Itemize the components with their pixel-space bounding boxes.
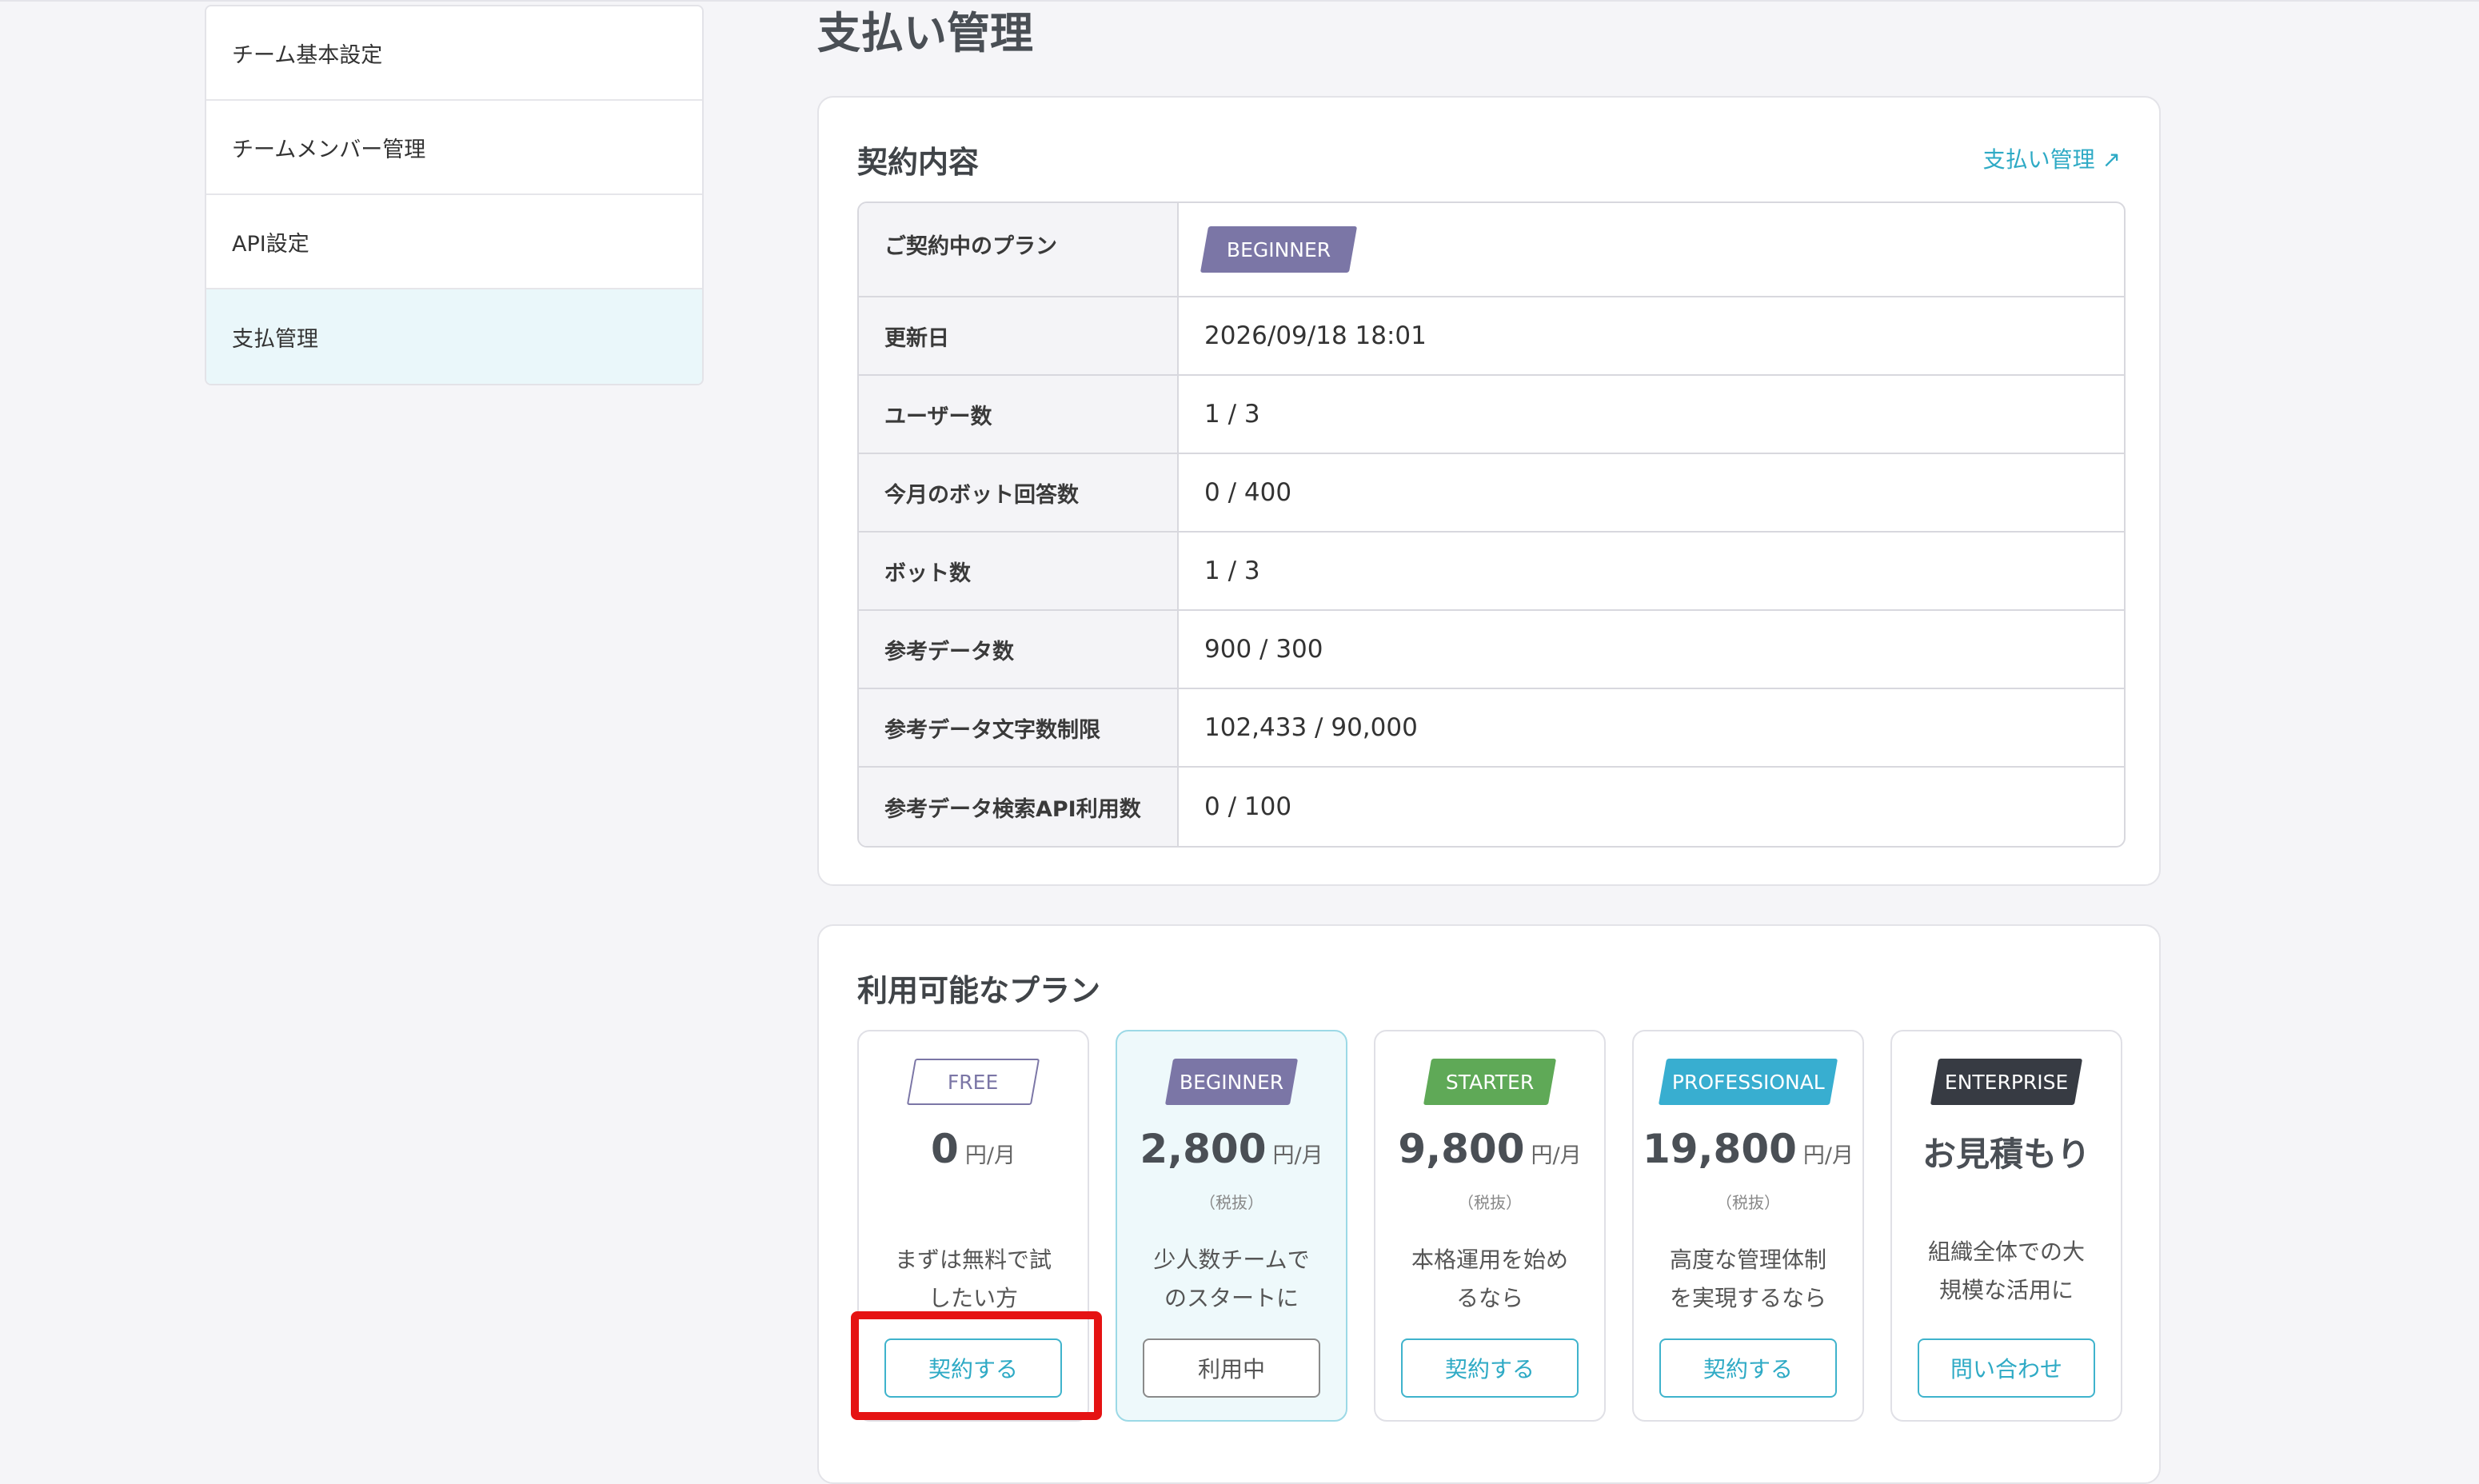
top-divider xyxy=(0,0,2479,2)
plan-quote: お見積もり xyxy=(1922,1135,2090,1174)
plan-price: 19,800 円/月 xyxy=(1634,1126,1862,1172)
contract-table: ご契約中のプラン BEGINNER 更新日 2026/09/18 18:01 ユ… xyxy=(857,201,2126,848)
tax-note: （税抜） xyxy=(1458,1193,1522,1212)
price-amount: 0 xyxy=(931,1126,959,1172)
plan-description: 高度な管理体制を実現するなら xyxy=(1669,1247,1826,1311)
row-value: 1 / 3 xyxy=(1204,400,1260,429)
tax-note: （税抜） xyxy=(1200,1193,1263,1212)
table-row: ユーザー数 1 / 3 xyxy=(859,376,2124,454)
table-row: 参考データ数 900 / 300 xyxy=(859,611,2124,689)
price-unit: 円/月 xyxy=(964,1143,1016,1168)
row-label: 今月のボット回答数 xyxy=(859,454,1179,531)
table-row: ボット数 1 / 3 xyxy=(859,533,2124,611)
price-unit: 円/月 xyxy=(1802,1143,1854,1168)
row-value: 1 / 3 xyxy=(1204,556,1260,585)
sidebar-item-label: 支払管理 xyxy=(232,326,318,352)
page-title: 支払い管理 xyxy=(817,8,1033,58)
in-use-button[interactable]: 利用中 xyxy=(1143,1338,1320,1398)
plan-description: 本格運用を始めるなら xyxy=(1411,1247,1568,1311)
highlight-annotation xyxy=(851,1311,1102,1420)
contact-button[interactable]: 問い合わせ xyxy=(1918,1338,2095,1398)
row-label: 更新日 xyxy=(859,297,1179,374)
plan-card-professional: PROFESSIONAL 19,800 円/月 （税抜） 高度な管理体制を実現す… xyxy=(1632,1030,1864,1422)
table-row: ご契約中のプラン BEGINNER xyxy=(859,203,2124,297)
price-unit: 円/月 xyxy=(1531,1143,1582,1168)
row-label: ご契約中のプラン xyxy=(859,203,1179,296)
plan-card-enterprise: ENTERPRISE お見積もり 組織全体での大規模な活用に 問い合わせ xyxy=(1890,1030,2122,1422)
settings-sidebar: チーム基本設定 チームメンバー管理 API設定 支払管理 xyxy=(205,5,704,385)
plan-card-starter: STARTER 9,800 円/月 （税抜） 本格運用を始めるなら 契約する xyxy=(1374,1030,1606,1422)
plan-description: まずは無料で試したい方 xyxy=(894,1247,1052,1311)
plan-card-beginner: BEGINNER 2,800 円/月 （税抜） 少人数チームでのスタートに 利用… xyxy=(1116,1030,1347,1422)
row-value: 0 / 100 xyxy=(1204,792,1292,821)
row-label: ボット数 xyxy=(859,533,1179,609)
table-row: 今月のボット回答数 0 / 400 xyxy=(859,454,2124,533)
plan-badge: BEGINNER xyxy=(1164,1059,1299,1105)
plans-title: 利用可能なプラン xyxy=(857,973,1101,1008)
row-value: 0 / 400 xyxy=(1204,478,1292,507)
plan-badge: PROFESSIONAL xyxy=(1658,1059,1838,1105)
current-plan-badge: BEGINNER xyxy=(1200,226,1358,273)
row-value: 900 / 300 xyxy=(1204,635,1323,664)
sidebar-item-team-settings[interactable]: チーム基本設定 xyxy=(206,6,702,101)
sidebar-item-label: チーム基本設定 xyxy=(232,42,383,68)
plan-badge: FREE xyxy=(906,1059,1040,1105)
tax-note: （税抜） xyxy=(1716,1193,1780,1212)
sidebar-item-label: API設定 xyxy=(232,231,309,257)
sidebar-item-api-settings[interactable]: API設定 xyxy=(206,195,702,289)
table-row: 更新日 2026/09/18 18:01 xyxy=(859,297,2124,376)
subscribe-professional-button[interactable]: 契約する xyxy=(1659,1338,1837,1398)
table-row: 参考データ検索API利用数 0 / 100 xyxy=(859,768,2124,846)
row-value: BEGINNER xyxy=(1179,203,2124,296)
plan-description: 組織全体での大規模な活用に xyxy=(1927,1239,2085,1303)
plan-price: 0 円/月 xyxy=(859,1126,1088,1172)
plan-badge: STARTER xyxy=(1423,1059,1557,1105)
sidebar-item-billing[interactable]: 支払管理 xyxy=(206,289,702,384)
row-value: 102,433 / 90,000 xyxy=(1204,713,1418,742)
contract-card: 契約内容 支払い管理 ↗ ご契約中のプラン BEGINNER 更新日 2026/… xyxy=(817,96,2161,886)
plan-price: 2,800 円/月 xyxy=(1117,1126,1346,1172)
plan-badge: ENTERPRISE xyxy=(1930,1059,2083,1105)
contract-title: 契約内容 xyxy=(857,145,980,180)
sidebar-item-team-members[interactable]: チームメンバー管理 xyxy=(206,101,702,195)
table-row: 参考データ文字数制限 102,433 / 90,000 xyxy=(859,689,2124,768)
plan-price: 9,800 円/月 xyxy=(1375,1126,1604,1172)
row-label: 参考データ検索API利用数 xyxy=(859,768,1179,846)
row-label: ユーザー数 xyxy=(859,376,1179,453)
row-label: 参考データ文字数制限 xyxy=(859,689,1179,766)
plan-description: 少人数チームでのスタートに xyxy=(1153,1247,1310,1311)
price-unit: 円/月 xyxy=(1272,1143,1323,1168)
price-amount: 19,800 xyxy=(1642,1126,1797,1172)
price-amount: 2,800 xyxy=(1140,1126,1267,1172)
row-label: 参考データ数 xyxy=(859,611,1179,688)
billing-external-link[interactable]: 支払い管理 ↗ xyxy=(1983,142,2121,174)
subscribe-starter-button[interactable]: 契約する xyxy=(1401,1338,1579,1398)
price-amount: 9,800 xyxy=(1398,1126,1525,1172)
sidebar-item-label: チームメンバー管理 xyxy=(232,137,426,162)
row-value: 2026/09/18 18:01 xyxy=(1204,321,1427,350)
